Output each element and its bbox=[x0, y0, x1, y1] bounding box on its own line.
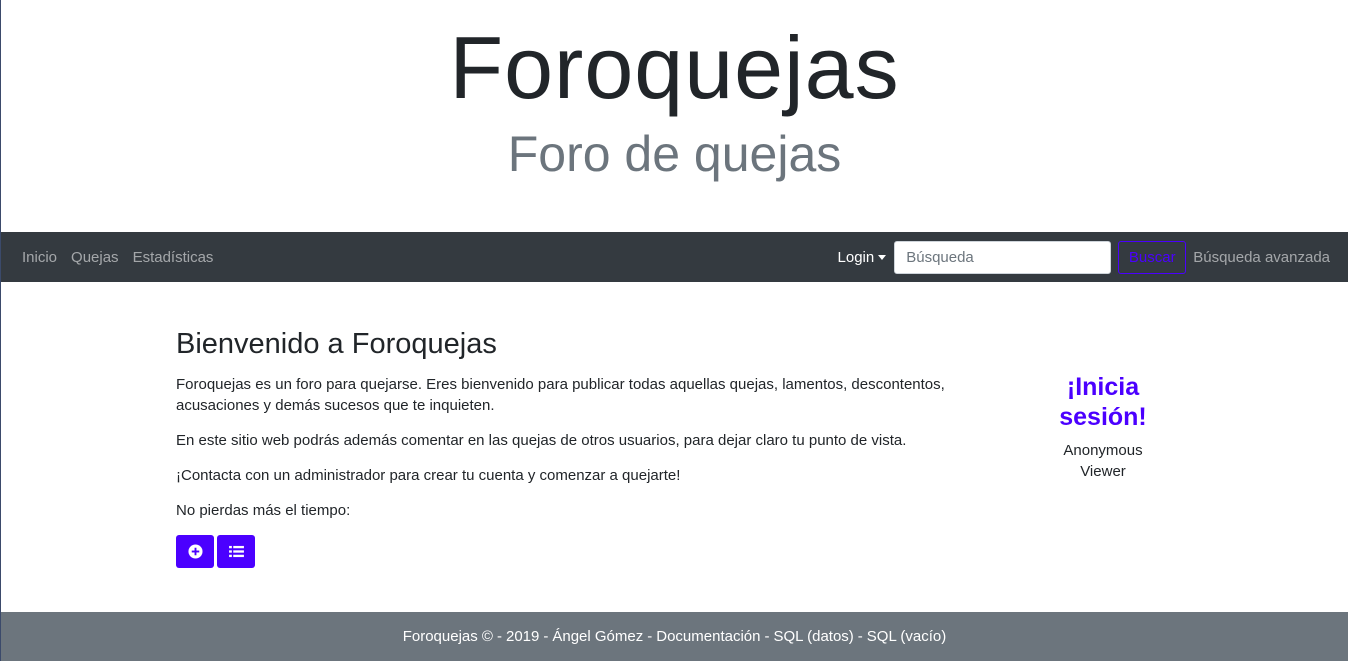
footer-sql-empty-link[interactable]: SQL (vacío) bbox=[867, 628, 946, 645]
footer-sql-data-link[interactable]: SQL (datos) bbox=[773, 628, 853, 645]
nav-link-quejas[interactable]: Quejas bbox=[71, 249, 119, 266]
nav-link-estadisticas[interactable]: Estadísticas bbox=[133, 249, 214, 266]
footer-author-link[interactable]: Ángel Gómez bbox=[552, 628, 643, 645]
site-header: Foroquejas Foro de quejas bbox=[1, 0, 1348, 232]
search-input[interactable] bbox=[894, 240, 1112, 274]
search-button[interactable]: Buscar bbox=[1118, 240, 1187, 274]
login-sidebar: ¡Inicia sesión! Anonymous Viewer bbox=[1041, 372, 1165, 482]
welcome-title: Bienvenido a Foroquejas bbox=[176, 328, 497, 360]
footer-brand: Foroquejas © bbox=[402, 628, 493, 645]
list-icon bbox=[228, 545, 244, 558]
footer-separator: - bbox=[647, 628, 653, 645]
login-label: Login bbox=[837, 248, 875, 266]
contact-paragraph: ¡Contacta con un administrador para crea… bbox=[176, 467, 681, 484]
navbar: Inicio Quejas Estadísticas Login Buscar … bbox=[1, 232, 1348, 282]
footer-separator: - bbox=[857, 628, 863, 645]
user-name: Anonymous Viewer bbox=[1063, 442, 1143, 480]
site-title: Foroquejas bbox=[449, 18, 900, 117]
advanced-search-link[interactable]: Búsqueda avanzada bbox=[1193, 249, 1330, 266]
list-complaints-button[interactable] bbox=[217, 535, 255, 568]
cta-paragraph: No pierdas más el tiempo: bbox=[176, 502, 351, 519]
nav-links: Inicio Quejas Estadísticas bbox=[1, 249, 227, 266]
footer-separator: - bbox=[764, 628, 770, 645]
nav-link-inicio[interactable]: Inicio bbox=[22, 249, 57, 266]
login-dropdown[interactable]: Login bbox=[838, 249, 887, 266]
intro-paragraph: Foroquejas es un foro para quejarse. Ere… bbox=[176, 376, 945, 414]
comment-paragraph: En este sitio web podrás además comentar… bbox=[176, 432, 907, 449]
footer-year: 2019 bbox=[505, 628, 540, 645]
login-cta-link[interactable]: ¡Inicia sesión! bbox=[1041, 372, 1165, 432]
site-subtitle: Foro de quejas bbox=[507, 126, 842, 182]
caret-down-icon bbox=[878, 254, 887, 260]
footer-separator: - bbox=[496, 628, 502, 645]
action-buttons bbox=[176, 535, 1016, 568]
footer-separator: - bbox=[543, 628, 549, 645]
footer-docs-link[interactable]: Documentación bbox=[656, 628, 760, 645]
main-content: Bienvenido a Foroquejas Foroquejas es un… bbox=[176, 282, 1016, 568]
nav-right: Login Buscar Búsqueda avanzada bbox=[838, 240, 1348, 274]
plus-circle-icon bbox=[187, 544, 203, 559]
new-complaint-button[interactable] bbox=[176, 535, 214, 568]
footer: Foroquejas © - 2019 - Ángel Gómez - Docu… bbox=[1, 612, 1348, 661]
